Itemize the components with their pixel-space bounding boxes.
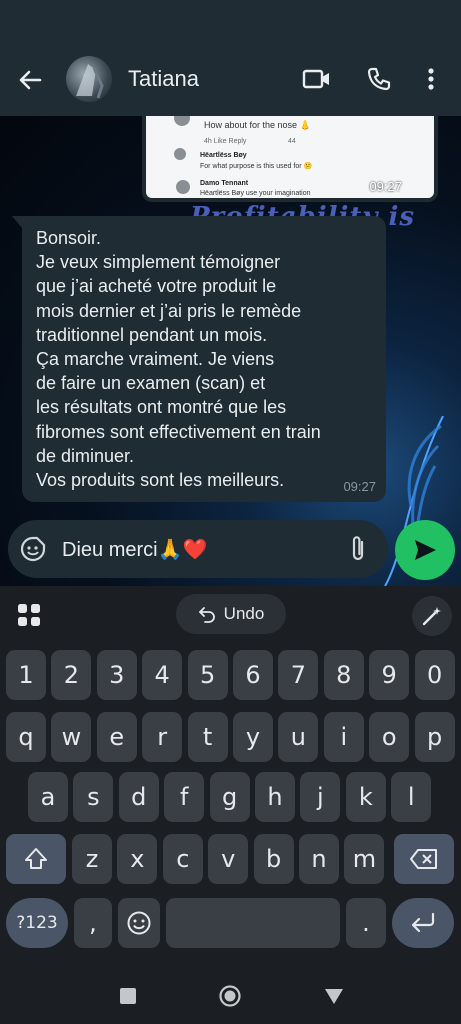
key-6[interactable]: 6 <box>233 650 273 700</box>
key-s[interactable]: s <box>73 772 114 822</box>
key-0[interactable]: 0 <box>414 650 455 700</box>
voice-call-icon[interactable] <box>362 62 396 96</box>
key-7[interactable]: 7 <box>278 650 319 700</box>
back-arrow-icon[interactable] <box>14 64 46 96</box>
key-e[interactable]: e <box>96 712 137 762</box>
message-composer: Dieu merci🙏❤️ <box>8 520 388 578</box>
system-nav-bar <box>0 968 461 1024</box>
shift-icon <box>25 848 47 869</box>
comment-text: How about for the nose 👃 <box>204 120 311 130</box>
image-message-preview[interactable]: How about for the nose 👃 4h Like Reply 4… <box>142 116 438 202</box>
emoji-key[interactable] <box>118 898 160 948</box>
more-vert-icon[interactable] <box>414 62 448 96</box>
period-key[interactable]: . <box>346 898 386 948</box>
keyboard: Undo 1234567890 qwertyuiop asdfghjkl zxcvbn… <box>0 586 461 968</box>
attach-icon[interactable] <box>346 534 370 564</box>
comment-text: For what purpose is this used for 😕 <box>200 163 313 170</box>
key-c[interactable]: c <box>162 834 203 884</box>
key-u[interactable]: u <box>278 712 319 762</box>
key-3[interactable]: 3 <box>96 650 137 700</box>
key-n[interactable]: n <box>299 834 339 884</box>
enter-key[interactable] <box>392 898 454 948</box>
key-f[interactable]: f <box>164 772 205 822</box>
key-y[interactable]: y <box>233 712 273 762</box>
key-k[interactable]: k <box>345 772 386 822</box>
key-p[interactable]: p <box>414 712 455 762</box>
comment-like-count: 44 <box>288 138 296 145</box>
key-o[interactable]: o <box>369 712 410 762</box>
undo-icon <box>198 607 215 623</box>
chat-header: Tatiana <box>0 40 461 116</box>
message-text: Bonsoir. Je veux simplement témoigner qu… <box>36 228 321 491</box>
screen: Tatiana How about for the nose 👃 4h Like… <box>0 0 461 1024</box>
key-g[interactable]: g <box>209 772 250 822</box>
commenter-avatar <box>176 180 190 194</box>
key-8[interactable]: 8 <box>323 650 364 700</box>
key-i[interactable]: i <box>323 712 364 762</box>
status-bar <box>0 0 461 40</box>
key-a[interactable]: a <box>28 772 68 822</box>
key-w[interactable]: w <box>51 712 92 762</box>
key-b[interactable]: b <box>253 834 294 884</box>
message-input[interactable]: Dieu merci🙏❤️ <box>62 537 207 562</box>
comment-author: Hëartlëss Bøy <box>200 152 247 159</box>
key-r[interactable]: r <box>142 712 183 762</box>
backspace-icon <box>410 849 437 869</box>
send-icon <box>415 540 436 560</box>
backspace-key[interactable] <box>394 834 454 884</box>
recents-icon[interactable] <box>116 984 140 1008</box>
comment-meta: 4h Like Reply <box>204 138 247 145</box>
key-d[interactable]: d <box>118 772 159 822</box>
key-5[interactable]: 5 <box>187 650 228 700</box>
emoji-icon <box>127 911 151 935</box>
key-j[interactable]: j <box>300 772 341 822</box>
comma-key[interactable]: , <box>74 898 112 948</box>
contact-avatar[interactable] <box>66 56 112 102</box>
commenter-avatar <box>174 148 186 160</box>
comment-text: Hëartlëss Bøy use your imagination <box>200 190 311 197</box>
message-timestamp: 09:27 <box>343 479 376 494</box>
magic-wand-icon[interactable] <box>412 596 452 636</box>
chat-area[interactable]: How about for the nose 👃 4h Like Reply 4… <box>0 116 461 586</box>
symbols-key[interactable]: ?123 <box>6 898 68 948</box>
key-9[interactable]: 9 <box>369 650 410 700</box>
apps-grid-icon[interactable] <box>16 602 42 628</box>
enter-icon <box>411 912 435 933</box>
message-bubble[interactable]: Bonsoir. Je veux simplement témoigner qu… <box>12 216 386 502</box>
undo-label: Undo <box>223 604 265 623</box>
key-1[interactable]: 1 <box>6 650 46 700</box>
media-timestamp: 09:27 <box>369 179 402 194</box>
sticker-icon[interactable] <box>20 536 46 562</box>
key-m[interactable]: m <box>344 834 385 884</box>
space-key[interactable] <box>166 898 340 948</box>
key-l[interactable]: l <box>391 772 432 822</box>
contact-name[interactable]: Tatiana <box>128 66 199 92</box>
key-t[interactable]: t <box>187 712 228 762</box>
back-triangle-icon[interactable] <box>322 984 346 1008</box>
shift-key[interactable] <box>6 834 66 884</box>
home-icon[interactable] <box>218 984 242 1008</box>
key-z[interactable]: z <box>72 834 112 884</box>
key-h[interactable]: h <box>255 772 295 822</box>
key-v[interactable]: v <box>208 834 249 884</box>
undo-button[interactable]: Undo <box>176 594 286 634</box>
comment-author: Damo Tennant <box>200 180 249 187</box>
key-x[interactable]: x <box>117 834 158 884</box>
key-2[interactable]: 2 <box>51 650 92 700</box>
commenter-avatar <box>174 116 190 126</box>
send-button[interactable] <box>395 520 455 580</box>
key-q[interactable]: q <box>6 712 46 762</box>
key-4[interactable]: 4 <box>142 650 183 700</box>
video-call-icon[interactable] <box>300 62 334 96</box>
